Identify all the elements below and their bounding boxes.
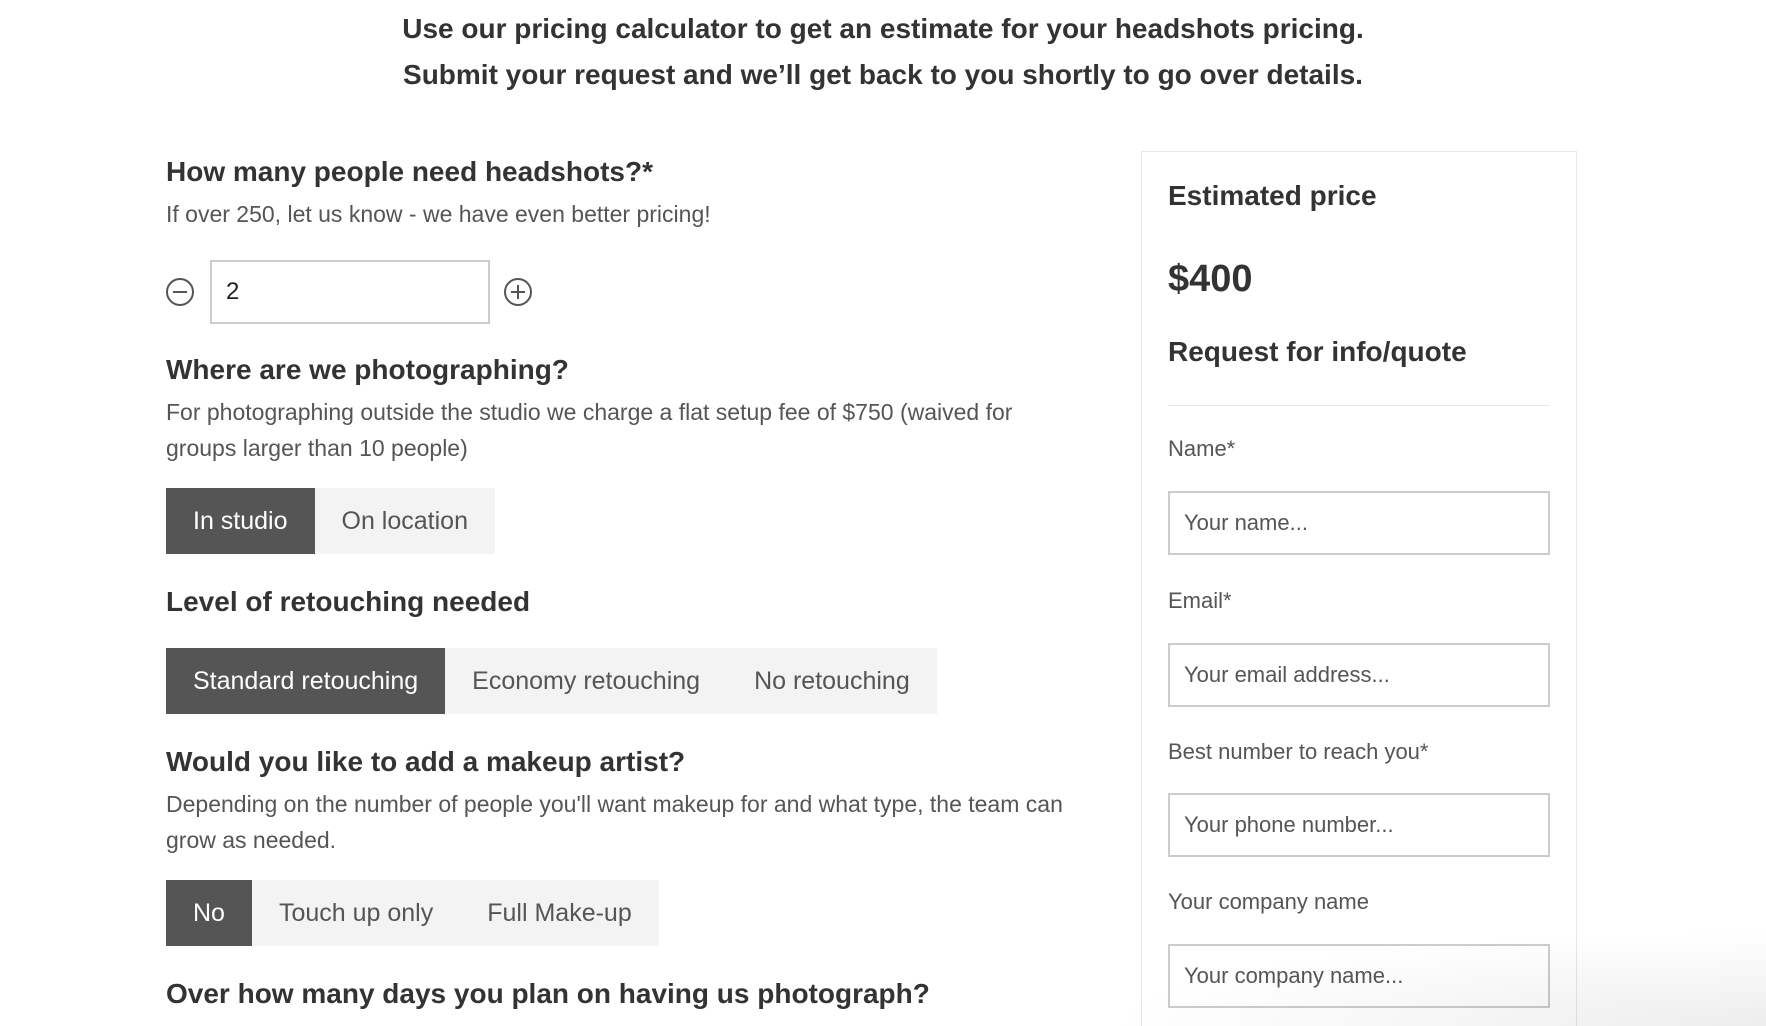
location-option-on-location[interactable]: On location bbox=[315, 488, 495, 554]
people-question: How many people need headshots?* bbox=[166, 156, 653, 187]
intro-line-1: Use our pricing calculator to get an est… bbox=[402, 13, 1364, 44]
makeup-option-full[interactable]: Full Make-up bbox=[460, 880, 659, 946]
plus-circle-icon[interactable] bbox=[504, 278, 532, 306]
people-stepper bbox=[166, 260, 1106, 324]
location-option-in-studio[interactable]: In studio bbox=[166, 488, 315, 554]
people-description: If over 250, let us know - we have even … bbox=[166, 201, 711, 227]
people-section: How many people need headshots?* If over… bbox=[166, 152, 1106, 324]
days-question: Over how many days you plan on having us… bbox=[166, 978, 930, 1009]
retouching-section: Level of retouching needed Standard reto… bbox=[166, 582, 1106, 714]
location-section: Where are we photographing? For photogra… bbox=[166, 350, 1106, 554]
intro-text: Use our pricing calculator to get an est… bbox=[0, 6, 1766, 98]
retouching-question: Level of retouching needed bbox=[166, 586, 531, 617]
estimated-price-value: $400 bbox=[1168, 258, 1253, 300]
makeup-option-no[interactable]: No bbox=[166, 880, 252, 946]
request-quote-heading: Request for info/quote bbox=[1168, 336, 1467, 367]
makeup-toggle: No Touch up only Full Make-up bbox=[166, 880, 659, 946]
name-input[interactable] bbox=[1168, 491, 1550, 555]
makeup-question: Would you like to add a makeup artist? bbox=[166, 746, 686, 777]
people-count-input[interactable] bbox=[210, 260, 490, 324]
makeup-option-touch-up[interactable]: Touch up only bbox=[252, 880, 460, 946]
phone-input[interactable] bbox=[1168, 793, 1550, 857]
email-input[interactable] bbox=[1168, 643, 1550, 707]
location-toggle: In studio On location bbox=[166, 488, 495, 554]
phone-label: Best number to reach you* bbox=[1168, 739, 1429, 764]
quote-card: Estimated price $400 Request for info/qu… bbox=[1141, 151, 1577, 1026]
makeup-section: Would you like to add a makeup artist? D… bbox=[166, 742, 1106, 946]
email-label: Email* bbox=[1168, 588, 1232, 613]
location-description: For photographing outside the studio we … bbox=[166, 399, 1013, 461]
retouching-option-standard[interactable]: Standard retouching bbox=[166, 648, 446, 714]
page: Use our pricing calculator to get an est… bbox=[0, 0, 1766, 1026]
estimated-price-label: Estimated price bbox=[1168, 180, 1377, 211]
retouching-option-economy[interactable]: Economy retouching bbox=[445, 648, 727, 714]
days-section: Over how many days you plan on having us… bbox=[166, 974, 1106, 1014]
intro-line-2: Submit your request and we’ll get back t… bbox=[403, 59, 1363, 90]
retouching-option-none[interactable]: No retouching bbox=[727, 648, 937, 714]
company-input[interactable] bbox=[1168, 944, 1550, 1008]
card-divider bbox=[1168, 405, 1550, 406]
calculator-form: How many people need headshots?* If over… bbox=[166, 152, 1106, 1014]
minus-circle-icon[interactable] bbox=[166, 278, 194, 306]
name-label: Name* bbox=[1168, 436, 1236, 461]
location-question: Where are we photographing? bbox=[166, 354, 569, 385]
makeup-description: Depending on the number of people you'll… bbox=[166, 791, 1063, 853]
company-label: Your company name bbox=[1168, 889, 1369, 914]
retouching-toggle: Standard retouching Economy retouching N… bbox=[166, 648, 937, 714]
